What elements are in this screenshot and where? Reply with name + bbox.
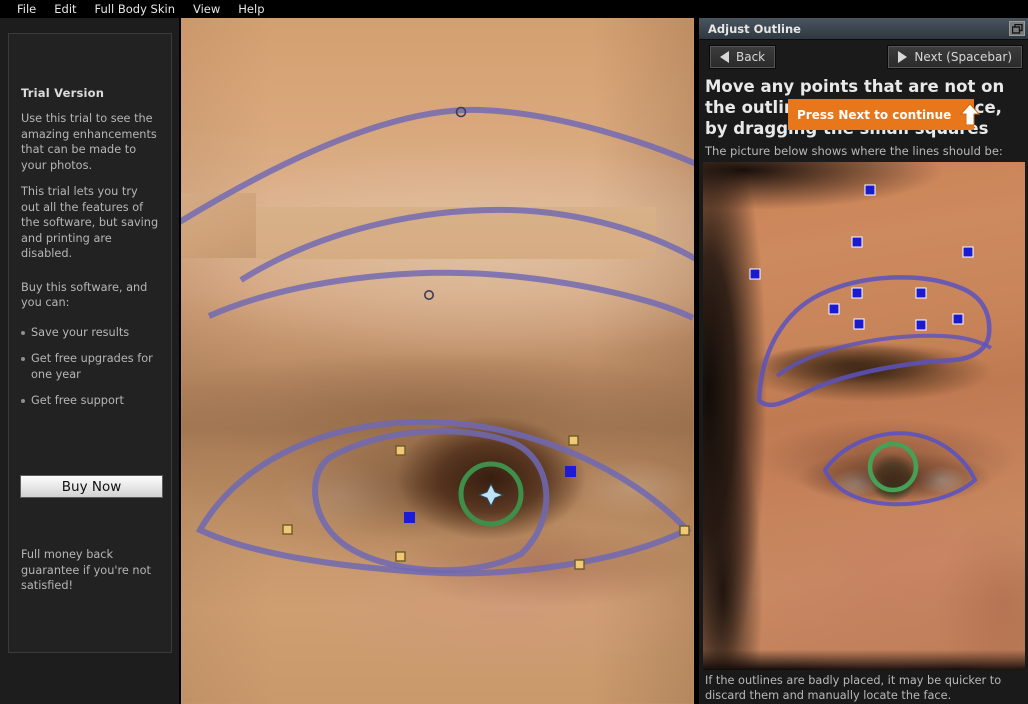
restore-window-icon[interactable] bbox=[1009, 21, 1025, 36]
reference-outline-overlay bbox=[749, 184, 993, 507]
buy-now-button[interactable]: Buy Now bbox=[20, 475, 163, 498]
step-subline: The picture below shows where the lines … bbox=[705, 144, 1003, 158]
next-button[interactable]: Next (Spacebar) bbox=[887, 45, 1023, 69]
restore-glyph bbox=[1011, 23, 1023, 34]
tooltip-label: Press Next to continue bbox=[797, 107, 952, 122]
trial-version-title: Trial Version bbox=[21, 86, 105, 100]
control-handle-square[interactable] bbox=[574, 559, 585, 570]
control-handle-square[interactable] bbox=[395, 551, 406, 562]
reference-handle bbox=[952, 313, 964, 325]
menu-item-help[interactable]: Help bbox=[229, 0, 273, 18]
reference-handle bbox=[749, 268, 761, 280]
reference-iris-ring bbox=[867, 441, 919, 493]
menu-bar: File Edit Full Body Skin View Help bbox=[0, 0, 1028, 18]
list-item: Get free support bbox=[21, 393, 159, 409]
reference-handles-group bbox=[749, 184, 974, 331]
reference-preview-image bbox=[703, 162, 1025, 670]
eyebrow-upper-outline[interactable] bbox=[181, 106, 694, 226]
eye-upper-lid-outline[interactable] bbox=[207, 269, 694, 321]
panel-title-bar: Adjust Outline bbox=[699, 18, 1028, 40]
control-handle-circle[interactable] bbox=[424, 289, 435, 300]
menu-item-full-body-skin[interactable]: Full Body Skin bbox=[86, 0, 184, 18]
press-next-tooltip[interactable]: Press Next to continue bbox=[788, 99, 981, 130]
iris-outline[interactable] bbox=[312, 428, 550, 574]
discard-hint-text: If the outlines are badly placed, it may… bbox=[705, 674, 1002, 702]
panel-body: Back Next (Spacebar) Move any points tha… bbox=[699, 40, 1028, 704]
menu-item-view[interactable]: View bbox=[184, 0, 229, 18]
list-item: Get free upgrades for one year bbox=[21, 351, 159, 382]
eyebrow-lower-outline[interactable] bbox=[239, 206, 694, 283]
reference-handle bbox=[915, 287, 927, 299]
menu-item-edit[interactable]: Edit bbox=[45, 0, 85, 18]
panel-title-text: Adjust Outline bbox=[708, 21, 801, 36]
trial-paragraph-1: Use this trial to see the amazing enhanc… bbox=[21, 112, 157, 172]
left-sidebar: Trial Version Use this trial to see the … bbox=[0, 18, 180, 704]
control-handle-selected[interactable] bbox=[404, 512, 415, 523]
trial-paragraph-2: This trial lets you try out all the feat… bbox=[21, 185, 159, 260]
photo-canvas[interactable] bbox=[181, 18, 694, 704]
trial-paragraph-3: Buy this software, and you can: bbox=[21, 280, 148, 310]
back-button-label: Back bbox=[736, 50, 766, 64]
pupil-center-marker[interactable] bbox=[477, 482, 505, 508]
control-handle-square[interactable] bbox=[679, 525, 690, 536]
control-handle-selected[interactable] bbox=[565, 466, 576, 477]
arrow-left-icon bbox=[720, 51, 729, 63]
trial-benefits-list: Save your results Get free upgrades for … bbox=[21, 325, 159, 409]
control-handle-square[interactable] bbox=[395, 445, 406, 456]
reference-handle bbox=[851, 287, 863, 299]
reference-handle bbox=[864, 184, 876, 196]
reference-handle bbox=[853, 318, 865, 330]
application-window: File Edit Full Body Skin View Help Trial… bbox=[0, 0, 1028, 704]
next-button-label: Next (Spacebar) bbox=[914, 50, 1012, 64]
reference-handle bbox=[851, 236, 863, 248]
control-handle-square[interactable] bbox=[282, 524, 293, 535]
reference-handle bbox=[828, 303, 840, 315]
trial-version-panel: Trial Version Use this trial to see the … bbox=[8, 33, 172, 653]
back-button[interactable]: Back bbox=[709, 45, 777, 69]
list-item: Save your results bbox=[21, 325, 159, 341]
arrow-right-icon bbox=[898, 51, 908, 63]
money-back-guarantee-text: Full money back guarantee if you're not … bbox=[21, 548, 151, 592]
up-arrow-icon bbox=[960, 103, 981, 126]
reference-handle bbox=[915, 319, 927, 331]
reference-handle bbox=[962, 246, 974, 258]
control-handle-square[interactable] bbox=[568, 435, 579, 446]
adjust-outline-panel: Adjust Outline Back Next (Spacebar) Move… bbox=[698, 18, 1028, 704]
eye-outer-outline[interactable] bbox=[195, 418, 692, 577]
menu-item-file[interactable]: File bbox=[8, 0, 45, 18]
outline-overlay[interactable] bbox=[181, 18, 694, 704]
wizard-nav-row: Back Next (Spacebar) bbox=[705, 45, 1023, 69]
